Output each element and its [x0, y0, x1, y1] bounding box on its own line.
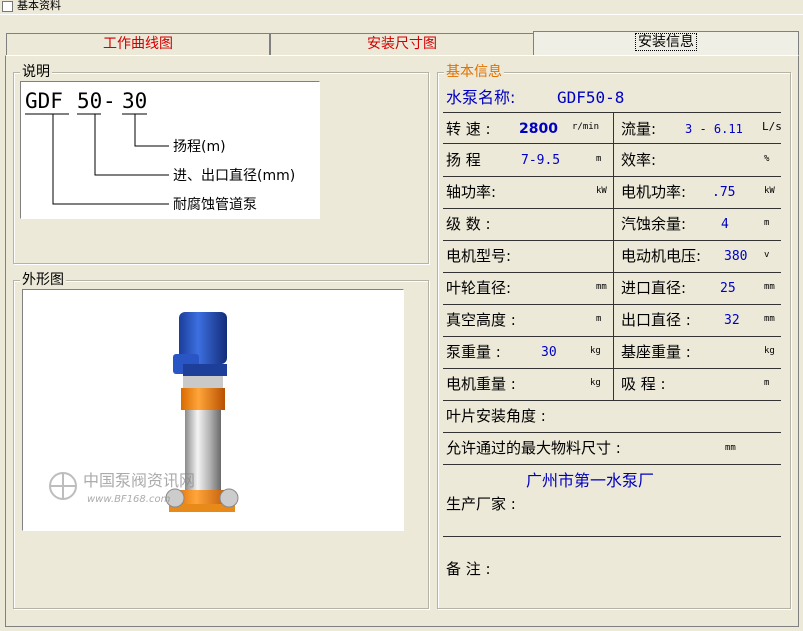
head-value: 7-9.5	[521, 153, 561, 168]
motor-model-label: 电机型号:	[446, 247, 512, 265]
speed-value: 2800	[519, 121, 558, 137]
watermark-name: 中国泵阀资讯网	[83, 471, 195, 490]
outlet-dia-unit: mm	[764, 314, 775, 324]
pump-image-box: 中国泵阀资讯网 www.BF168.com	[22, 289, 404, 531]
row-divider	[443, 368, 781, 369]
pump-name-value: GDF50-8	[557, 88, 625, 107]
window-title: 基本资料	[17, 0, 61, 12]
motor-voltage-unit: v	[764, 250, 770, 260]
shape-group-label: 外形图	[20, 272, 66, 288]
row-divider	[443, 112, 781, 113]
remark-label: 备 注 :	[446, 560, 491, 578]
stages-label: 级 数 :	[446, 215, 491, 233]
speed-label: 转 速 :	[446, 120, 491, 138]
efficiency-unit: %	[764, 154, 770, 164]
motor-power-unit: kW	[764, 186, 775, 196]
motor-weight-label: 电机重量 :	[446, 375, 516, 393]
motor-weight-unit: kg	[590, 378, 601, 388]
row-divider	[443, 536, 781, 537]
model-explain-box: GDF 50 - 30 扬程(m) 进、出口直径(mm) 耐腐蚀管道泵	[20, 81, 320, 219]
inlet-dia-label: 进口直径:	[621, 279, 687, 297]
model-b: 30	[122, 89, 147, 113]
column-divider	[613, 112, 614, 400]
motor-power-value: .75	[712, 185, 736, 200]
impeller-dia-label: 叶轮直径:	[446, 279, 512, 297]
outlet-dia-value: 32	[724, 313, 740, 328]
row-divider	[443, 464, 781, 465]
row-divider	[443, 240, 781, 241]
row-divider	[443, 432, 781, 433]
vacuum-height-unit: m	[596, 314, 602, 324]
tab-work-curve[interactable]: 工作曲线图	[6, 33, 270, 55]
flow-unit: L/s	[762, 120, 782, 133]
pump-weight-label: 泵重量 :	[446, 343, 501, 361]
base-weight-label: 基座重量 :	[621, 343, 691, 361]
explain-group: 说明 GDF 50 - 30 扬程(m) 进、出口直径(mm) 耐腐蚀管道泵	[13, 64, 429, 264]
model-dash: -	[103, 89, 116, 113]
suction-label: 吸 程 :	[621, 375, 666, 393]
legend-diameter: 进、出口直径(mm)	[173, 167, 295, 184]
motor-voltage-label: 电动机电压:	[621, 247, 702, 265]
watermark-logo	[49, 472, 77, 500]
head-unit: m	[596, 154, 602, 164]
npsh-unit: m	[764, 218, 770, 228]
max-particle-label: 允许通过的最大物料尺寸 :	[446, 439, 621, 457]
tab-install-info[interactable]: 安装信息	[533, 31, 799, 56]
outlet-dia-label: 出口直径 :	[621, 311, 691, 329]
impeller-dia-unit: mm	[596, 282, 607, 292]
model-explain-diagram: GDF 50 - 30 扬程(m) 进、出口直径(mm) 耐腐蚀管道泵	[25, 89, 295, 213]
manufacturer-name: 广州市第一水泵厂	[526, 471, 655, 490]
row-divider	[443, 304, 781, 305]
tab-install-dimensions[interactable]: 安装尺寸图	[270, 33, 534, 55]
row-divider	[443, 208, 781, 209]
flow-value: 3 - 6.11	[685, 122, 743, 136]
shaft-power-unit: kW	[596, 186, 607, 196]
pump-weight-value: 30	[541, 345, 557, 360]
row-divider	[443, 143, 781, 144]
model-prefix: GDF	[25, 89, 63, 113]
motor-power-label: 电机功率:	[621, 183, 687, 201]
head-label: 扬 程	[446, 151, 481, 169]
inlet-dia-value: 25	[720, 281, 736, 296]
row-divider	[443, 336, 781, 337]
shaft-power-label: 轴功率:	[446, 183, 497, 201]
max-particle-unit: mm	[725, 443, 736, 453]
blade-angle-label: 叶片安装角度 :	[446, 407, 546, 425]
flow-label: 流量:	[621, 120, 657, 138]
explain-group-label: 说明	[20, 64, 52, 80]
app-icon	[2, 1, 13, 12]
vacuum-height-label: 真空高度 :	[446, 311, 516, 329]
watermark-url: www.BF168.com	[87, 494, 171, 505]
row-divider	[443, 272, 781, 273]
npsh-label: 汽蚀余量:	[621, 215, 687, 233]
window-title-bar: 基本资料	[0, 0, 803, 15]
shape-group: 外形图 中国泵阀资讯网 www.BF168.com	[13, 272, 429, 609]
npsh-value: 4	[721, 217, 729, 232]
efficiency-label: 效率:	[621, 151, 657, 169]
tab-work-curve-label: 工作曲线图	[103, 36, 173, 52]
basic-info-group: 基本信息	[437, 64, 791, 609]
basic-info-group-label: 基本信息	[444, 64, 504, 80]
suction-unit: m	[764, 378, 770, 388]
tab-install-info-label: 安装信息	[635, 33, 697, 51]
row-divider	[443, 400, 781, 401]
legend-head: 扬程(m)	[173, 139, 226, 155]
manufacturer-label: 生产厂家 :	[446, 495, 516, 513]
pump-name-label: 水泵名称:	[446, 88, 516, 107]
pump-image: 中国泵阀资讯网 www.BF168.com	[49, 312, 239, 512]
speed-unit: r/min	[572, 122, 600, 132]
inlet-dia-unit: mm	[764, 282, 775, 292]
legend-type: 耐腐蚀管道泵	[173, 196, 257, 213]
tab-install-dimensions-label: 安装尺寸图	[367, 36, 437, 52]
row-divider	[443, 176, 781, 177]
model-a: 50	[77, 89, 102, 113]
pump-weight-unit: kg	[590, 346, 601, 356]
base-weight-unit: kg	[764, 346, 775, 356]
motor-voltage-value: 380	[724, 249, 748, 264]
